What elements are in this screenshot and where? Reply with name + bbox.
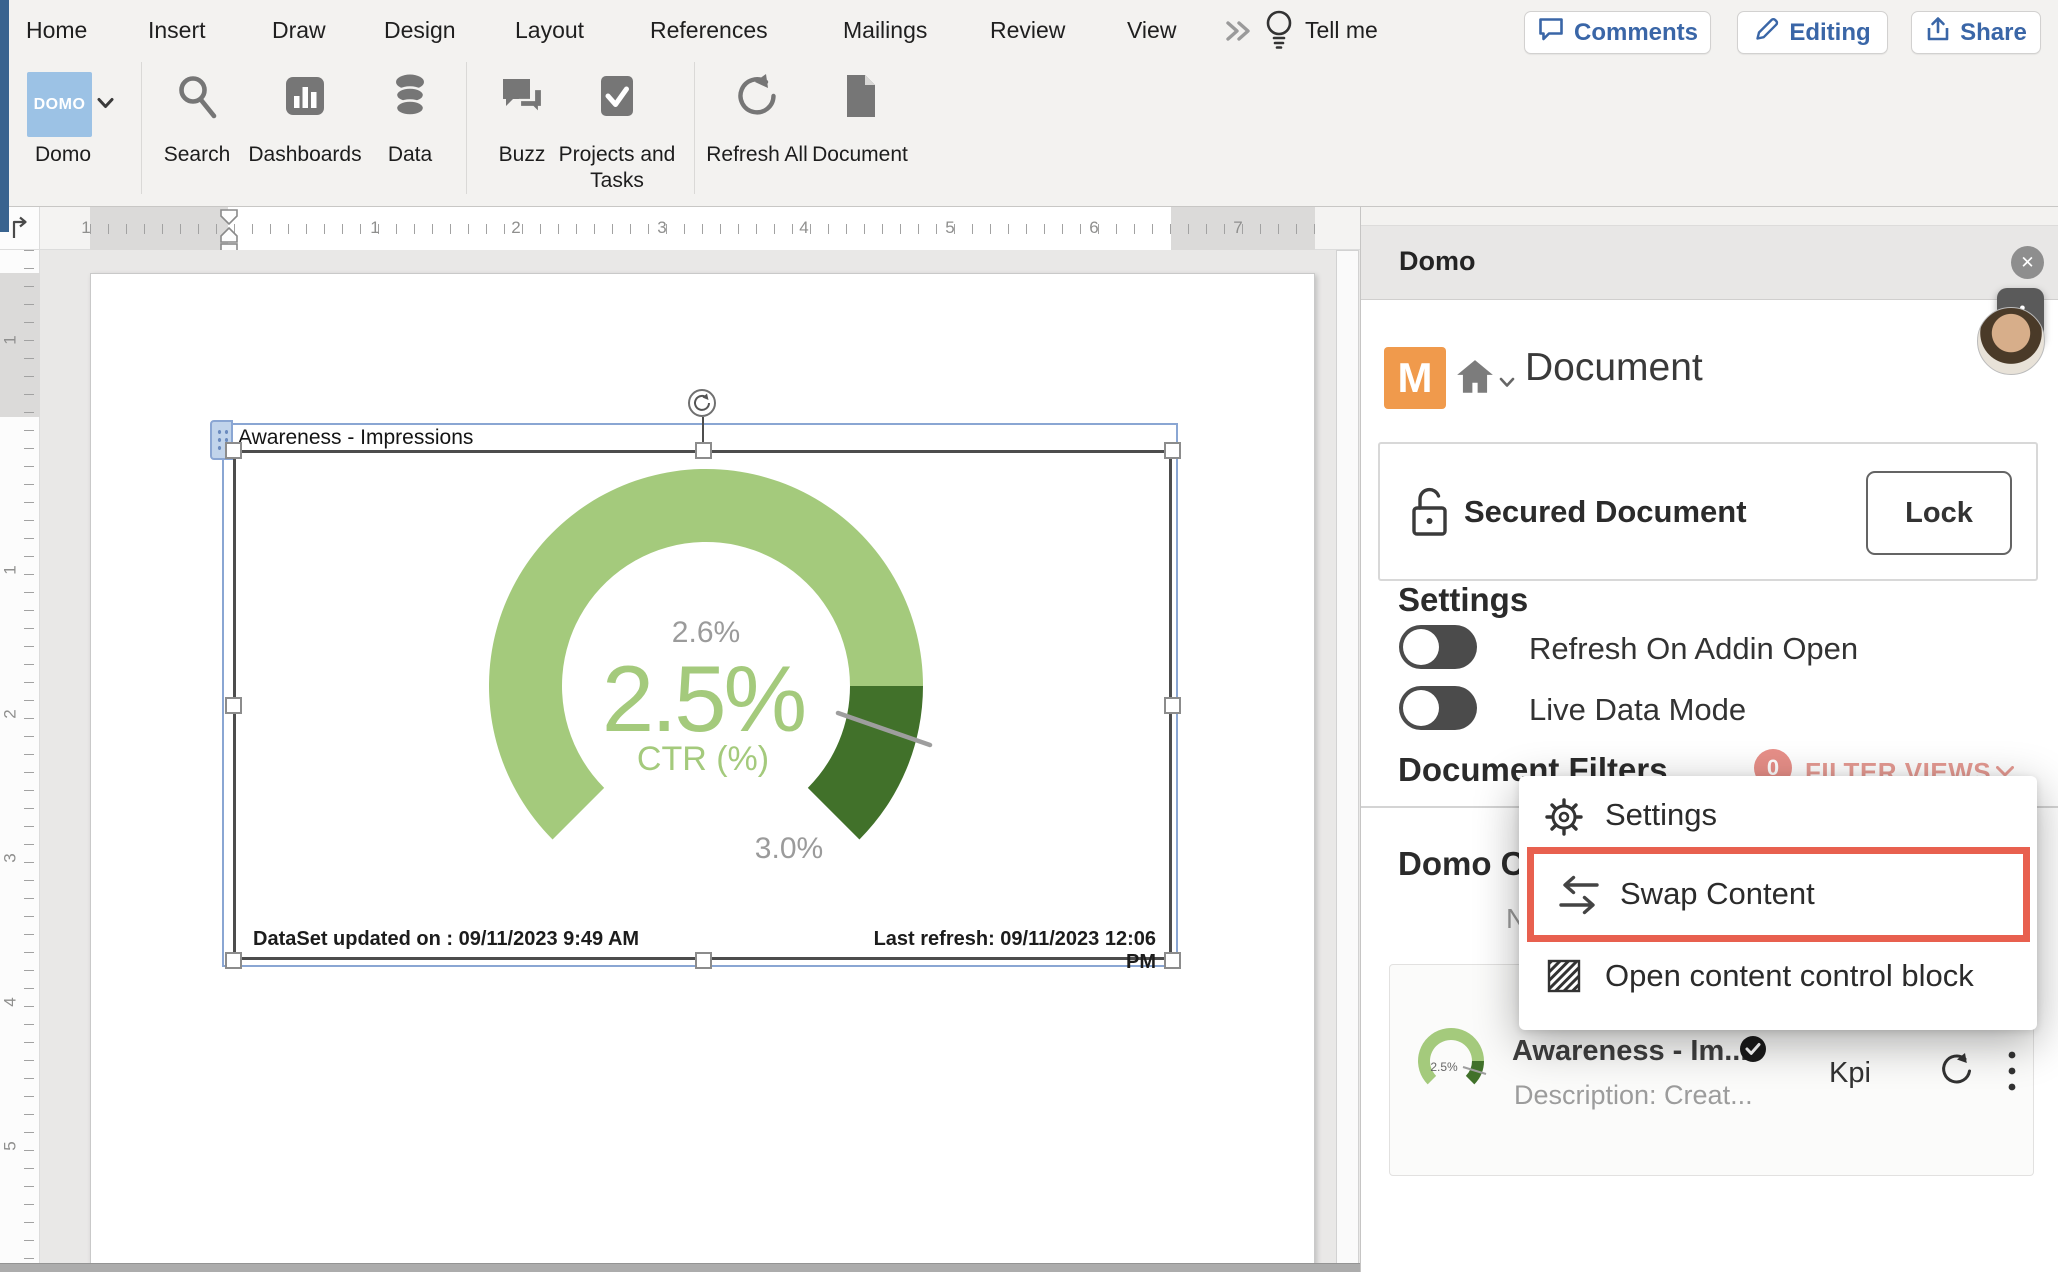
settings-heading: Settings <box>1398 581 1528 619</box>
gear-icon <box>1544 797 1584 845</box>
resize-handle-n[interactable] <box>695 442 712 459</box>
card-description: Description: Creat... <box>1514 1080 1753 1111</box>
refresh-icon[interactable] <box>1938 1051 1976 1094</box>
rotate-handle-icon[interactable] <box>688 389 716 417</box>
chevron-down-icon[interactable] <box>97 96 114 114</box>
window-bottom-strip <box>0 1263 1360 1272</box>
menu-overflow-icon[interactable] <box>1222 20 1258 47</box>
menu-insert[interactable]: Insert <box>148 14 206 46</box>
home-icon[interactable] <box>1454 357 1496 404</box>
menu-draw[interactable]: Draw <box>272 14 326 46</box>
word-window: Home Insert Draw Design Layout Reference… <box>0 0 2058 1272</box>
data-icon[interactable] <box>386 72 434 120</box>
content-block-icon <box>1545 957 1583 1003</box>
lightbulb-icon <box>1262 8 1296 57</box>
resize-handle-w[interactable] <box>225 697 242 714</box>
card-type-label: Kpi <box>1815 1057 1885 1090</box>
share-button[interactable]: Share <box>1911 11 2041 54</box>
document-icon[interactable] <box>836 72 884 120</box>
menu-mailings[interactable]: Mailings <box>843 14 927 46</box>
toggle-label: Live Data Mode <box>1529 692 1746 728</box>
last-refresh-text: Last refresh: 09/11/2023 12:06 PM <box>850 928 1156 974</box>
close-icon[interactable]: ✕ <box>2011 246 2044 279</box>
menu-item-swap-content[interactable]: Swap Content <box>1527 847 2030 942</box>
horizontal-ruler: 1 1 2 3 4 5 6 7 <box>40 207 1360 250</box>
ribbon-separator <box>466 62 467 194</box>
ribbon-chrome: Home Insert Draw Design Layout Reference… <box>0 0 2058 207</box>
ribbon-item-label[interactable]: Projects and Tasks <box>542 142 692 194</box>
ribbon-item-label[interactable]: Document <box>785 142 935 168</box>
ribbon-separator <box>694 62 695 194</box>
dashboards-icon[interactable] <box>281 72 329 120</box>
domo-app-logo: M <box>1384 347 1446 409</box>
domo-logo: DOMO <box>34 96 86 114</box>
check-badge-icon <box>1739 1035 1767 1068</box>
chart-title: Awareness - Impressions <box>238 426 473 450</box>
refresh-on-open-toggle[interactable] <box>1399 625 1477 669</box>
secured-document-card: Secured Document Lock <box>1378 442 2038 581</box>
domo-ribbon-button[interactable]: DOMO <box>27 72 92 137</box>
dataset-updated-text: DataSet updated on : 09/11/2023 9:49 AM <box>253 928 639 951</box>
chevron-down-icon[interactable] <box>1499 375 1515 393</box>
comments-button[interactable]: Comments <box>1524 11 1711 54</box>
vertical-scrollbar[interactable] <box>1336 250 1359 1264</box>
lock-button[interactable]: Lock <box>1866 471 2012 555</box>
menu-home[interactable]: Home <box>26 14 87 46</box>
resize-handle-ne[interactable] <box>1164 442 1181 459</box>
refresh-all-icon[interactable] <box>733 72 781 120</box>
menu-view[interactable]: View <box>1127 14 1176 46</box>
svg-text:2.5%: 2.5% <box>1430 1060 1458 1074</box>
menu-layout[interactable]: Layout <box>515 14 584 46</box>
domo-task-pane: Domo ✕ M Document i Secured Document Loc… <box>1360 207 2058 1272</box>
card-title: Awareness - Im... <box>1512 1035 1748 1068</box>
comments-icon <box>1537 15 1565 50</box>
projects-tasks-icon[interactable] <box>593 72 641 120</box>
resize-handle-se[interactable] <box>1164 952 1181 969</box>
domo-button-label: Domo <box>0 142 138 168</box>
pane-header: Domo ✕ <box>1361 225 2058 300</box>
live-data-mode-toggle[interactable] <box>1399 686 1477 730</box>
swap-icon <box>1555 872 1603 923</box>
resize-handle-e[interactable] <box>1164 697 1181 714</box>
editing-button[interactable]: Editing <box>1737 11 1888 54</box>
unlock-icon <box>1406 482 1452 545</box>
secured-document-label: Secured Document <box>1464 494 1747 530</box>
menu-item-settings[interactable]: Settings <box>1519 779 2037 851</box>
menu-review[interactable]: Review <box>990 14 1065 46</box>
vertical-ruler: 1 1 2 3 4 5 <box>0 250 40 1272</box>
share-icon <box>1925 15 1951 50</box>
menu-references[interactable]: References <box>650 14 768 46</box>
menu-design[interactable]: Design <box>384 14 456 46</box>
pencil-icon <box>1754 16 1780 49</box>
chart-selection-frame[interactable] <box>233 450 1172 960</box>
avatar[interactable] <box>1977 307 2045 375</box>
buzz-icon[interactable] <box>498 72 546 120</box>
resize-handle-s[interactable] <box>695 952 712 969</box>
resize-handle-nw[interactable] <box>225 442 242 459</box>
search-icon[interactable] <box>173 72 221 120</box>
toggle-label: Refresh On Addin Open <box>1529 631 1858 667</box>
card-gauge-thumbnail: 2.5% <box>1411 1021 1491 1101</box>
tab-selector-icon <box>8 216 34 242</box>
menu-item-open-content-control[interactable]: Open content control block <box>1519 940 2037 1012</box>
pane-title: Domo <box>1399 246 1476 277</box>
pane-doc-title: Document <box>1525 346 1703 390</box>
tell-me-button[interactable]: Tell me <box>1305 14 1378 46</box>
domo-content-heading: Domo C <box>1398 845 1525 883</box>
ribbon-separator <box>141 62 142 194</box>
context-menu: Settings Swap Content Open content contr… <box>1519 776 2037 1030</box>
resize-handle-sw[interactable] <box>225 952 242 969</box>
kebab-menu-icon[interactable] <box>2007 1049 2017 1100</box>
window-edge-accent <box>0 0 9 232</box>
